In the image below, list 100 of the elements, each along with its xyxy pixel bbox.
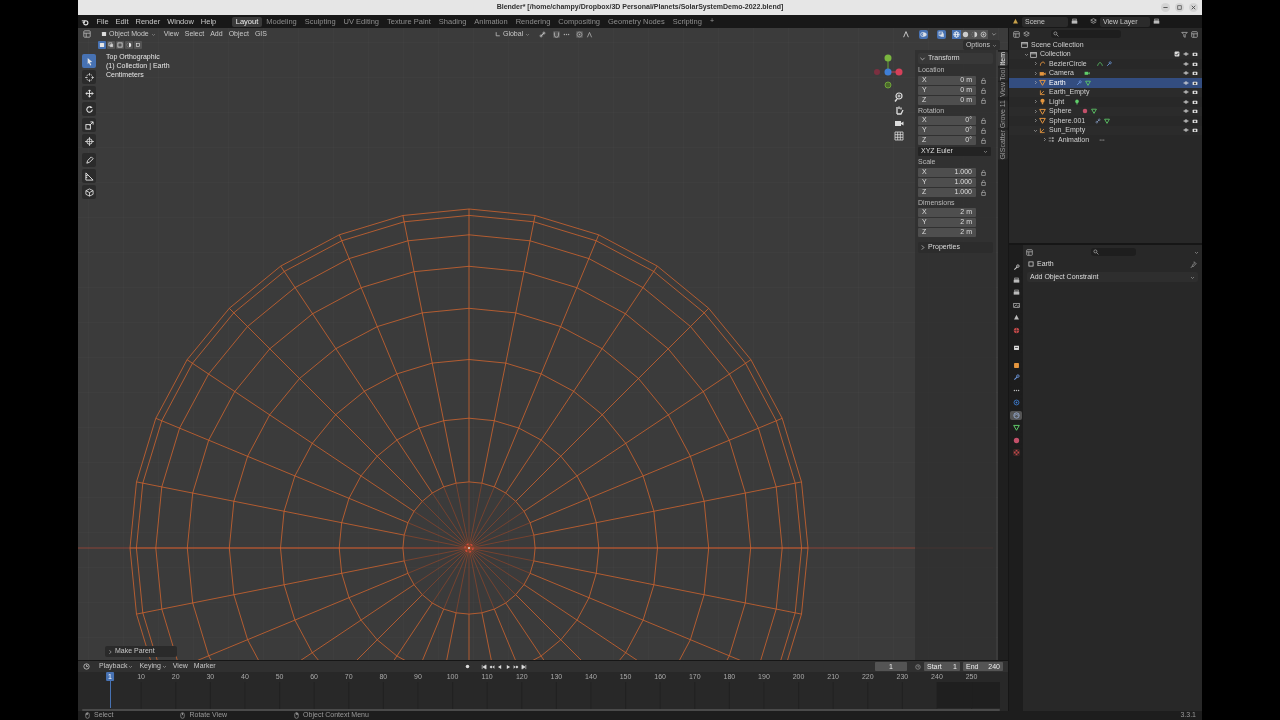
lock-icon[interactable] [980,178,987,186]
copy-scene-icon[interactable] [1071,18,1078,25]
render-camera-icon[interactable] [1192,79,1198,86]
modifier-icon[interactable] [1105,60,1112,67]
search-field[interactable] [1051,30,1121,38]
editor-type-icon[interactable] [1026,248,1033,256]
physics-icon [1012,399,1020,407]
scrollbar[interactable] [82,709,1000,711]
pin-icon[interactable] [1190,260,1197,268]
render-camera-icon[interactable] [1192,51,1198,58]
overlays-toggle[interactable] [919,29,928,39]
pivot-icon[interactable] [539,30,547,38]
empty-icon [1039,126,1046,134]
visibility-eye-icon[interactable] [1183,98,1189,105]
tool-button[interactable] [82,169,96,183]
tool-button[interactable] [82,86,96,100]
animation-icon [1048,136,1055,144]
modifiers-icon [1012,374,1020,382]
overlapping-squares-icon [938,30,945,38]
light-icon [1039,98,1046,106]
visibility-eye-icon[interactable] [1183,60,1189,67]
snap-icon[interactable] [553,30,561,38]
clock-icon[interactable] [915,663,921,670]
falloff-icon[interactable] [586,30,594,38]
jump-end-icon[interactable] [520,663,527,670]
lock-icon[interactable] [980,137,987,144]
pan-hand-icon[interactable] [894,105,904,115]
camera-view-icon[interactable] [894,118,904,128]
checkbox[interactable] [1174,51,1180,58]
mesh-data-icon[interactable] [1084,79,1091,86]
play-reverse-icon[interactable] [496,663,503,670]
mesh-data-icon[interactable] [1090,108,1097,115]
cursor-icon [84,72,94,82]
lock-icon[interactable] [980,117,987,124]
properties-tab[interactable] [1010,288,1022,298]
visibility-eye-icon[interactable] [1183,108,1189,115]
properties-search-field[interactable] [1091,248,1136,256]
grid-icon[interactable] [894,131,904,141]
properties-tab[interactable] [1010,410,1022,420]
render-camera-icon[interactable] [1192,117,1198,124]
object-icon [1028,261,1034,267]
maximize-button[interactable] [1175,3,1184,12]
maximize-icon [1176,4,1183,11]
gizmo-toggle-icon[interactable] [902,30,910,38]
render-camera-icon[interactable] [1192,127,1198,134]
properties-tab[interactable] [1010,275,1022,285]
render-camera-icon[interactable] [1192,89,1198,96]
previous-keyframe-icon[interactable] [488,663,495,670]
lock-icon[interactable] [980,127,987,134]
jump-start-icon[interactable] [480,663,487,670]
lock-icon[interactable] [980,76,987,84]
properties-tab[interactable] [1010,300,1022,310]
tool-button[interactable] [82,54,96,68]
display-mode-icon[interactable] [1023,30,1030,38]
visibility-eye-icon[interactable] [1183,79,1189,86]
chevron-icon[interactable] [1194,249,1199,255]
next-keyframe-icon[interactable] [512,663,519,670]
render-camera-icon[interactable] [1192,70,1198,77]
visibility-eye-icon[interactable] [1183,51,1189,58]
constraint-icon[interactable] [1095,117,1102,124]
move-icon [84,88,94,98]
properties-tab[interactable] [1010,423,1022,433]
lock-icon[interactable] [980,168,987,176]
tool-button[interactable] [82,153,96,167]
annotate-icon [84,155,94,165]
filter-icon[interactable] [1181,30,1188,38]
mesh-data-icon[interactable] [1104,117,1111,124]
visibility-eye-icon[interactable] [1183,89,1189,96]
visibility-eye-icon[interactable] [1183,70,1189,77]
proportional-icon[interactable] [576,30,584,38]
minimize-button[interactable] [1161,3,1170,12]
tool-button[interactable] [82,102,96,116]
play-icon[interactable] [504,663,511,670]
camera-data-icon[interactable] [1083,70,1090,77]
zoom-icon[interactable] [894,92,904,102]
close-button[interactable] [1189,3,1198,12]
lock-icon[interactable] [980,96,987,104]
tool-button[interactable] [82,185,96,199]
tool-button[interactable] [82,70,96,84]
render-camera-icon[interactable] [1192,98,1198,105]
light-data-icon[interactable] [1074,98,1081,105]
render-camera-icon[interactable] [1192,108,1198,115]
material-icon[interactable] [1081,108,1088,115]
render-camera-icon[interactable] [1192,60,1198,67]
visibility-eye-icon[interactable] [1183,117,1189,124]
tool-button[interactable] [82,118,96,132]
editor-type-icon[interactable] [83,663,90,670]
curve-data-icon[interactable] [1096,60,1103,67]
lock-icon[interactable] [980,188,987,196]
lock-icon[interactable] [980,86,987,94]
navigation-gizmo[interactable] [873,54,903,90]
editor-type-icon[interactable] [1013,30,1020,38]
xray-toggle[interactable] [937,29,946,39]
new-collection-icon[interactable] [1191,30,1198,38]
record-icon[interactable] [463,663,471,670]
visibility-eye-icon[interactable] [1183,127,1189,134]
tool-button[interactable] [82,134,96,148]
copy-view-layer-icon[interactable] [1153,18,1160,25]
editor-type-icon[interactable] [83,30,91,38]
blender-logo-icon[interactable] [81,17,89,26]
